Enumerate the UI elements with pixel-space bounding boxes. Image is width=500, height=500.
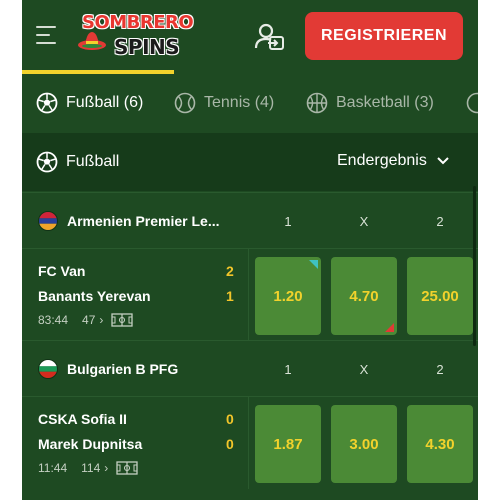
register-button[interactable]: REGISTRIEREN <box>305 12 463 60</box>
league-name: Armenien Premier Le... <box>38 211 220 231</box>
sport-ball-icon <box>466 92 478 114</box>
column-label-1: 1 <box>284 362 292 377</box>
odds-value: 25.00 <box>421 287 459 305</box>
league-name: Bulgarien B PFG <box>38 359 178 379</box>
section-title-label: Fußball <box>66 153 120 170</box>
logo[interactable]: SOMBRERO SPINS <box>78 10 194 60</box>
home-team: FC Van <box>38 263 86 279</box>
armenia-flag-icon <box>38 211 58 231</box>
logo-text-sombrero: SOMBRERO <box>82 12 194 33</box>
match-meta: 83:44 47 › <box>38 313 134 327</box>
odds-button-draw[interactable]: 4.70 <box>331 257 397 335</box>
odds-button-draw[interactable]: 3.00 <box>331 405 397 483</box>
league-name-label: Bulgarien B PFG <box>67 361 179 377</box>
markets-count[interactable]: 114 <box>81 461 100 475</box>
pitch-icon[interactable] <box>111 313 134 327</box>
odds-value: 1.20 <box>273 287 303 305</box>
odds-value: 4.30 <box>425 435 455 453</box>
markets-count[interactable]: 47 <box>82 313 95 327</box>
tab-more[interactable] <box>466 91 478 115</box>
section-title: Fußball <box>36 151 119 173</box>
column-label-2: 2 <box>436 214 444 229</box>
away-score: 1 <box>226 288 234 304</box>
section-header: Fußball Endergebnis <box>22 133 478 191</box>
chevron-right-icon[interactable]: › <box>99 313 103 327</box>
row-divider <box>248 249 249 341</box>
pitch-icon[interactable] <box>116 461 138 475</box>
league-header[interactable]: Bulgarien B PFG 1 X 2 <box>22 340 478 396</box>
logo-text-spins: SPINS <box>114 35 180 59</box>
basketball-icon <box>306 92 328 114</box>
tab-football[interactable]: Fußball (6) <box>36 91 143 115</box>
home-score: 2 <box>226 263 234 279</box>
odds-value: 1.87 <box>273 435 303 453</box>
home-score: 0 <box>226 411 234 427</box>
bulgaria-flag-icon <box>38 359 58 379</box>
market-select-label: Endergebnis <box>337 152 427 169</box>
odds-button-home[interactable]: 1.87 <box>255 405 321 483</box>
login-user-icon[interactable] <box>254 22 286 52</box>
tennis-ball-icon <box>174 92 196 114</box>
soccer-ball-icon <box>36 151 58 173</box>
tab-tennis[interactable]: Tennis (4) <box>174 91 274 115</box>
tab-football-label: Fußball (6) <box>66 94 144 111</box>
menu-icon[interactable] <box>36 26 56 44</box>
soccer-ball-icon <box>36 92 58 114</box>
tab-basketball[interactable]: Basketball (3) <box>306 91 434 115</box>
away-team: Banants Yerevan <box>38 288 151 304</box>
league-header[interactable]: Armenien Premier Le... 1 X 2 <box>22 192 478 248</box>
away-team: Marek Dupnitsa <box>38 436 143 452</box>
top-header: SOMBRERO SPINS REGISTRIEREN <box>22 0 478 74</box>
odds-button-away[interactable]: 25.00 <box>407 257 473 335</box>
scrollbar[interactable] <box>473 186 476 346</box>
odds-rising-icon <box>309 260 318 269</box>
home-team: CSKA Sofia II <box>38 411 127 427</box>
match-row[interactable]: FC Van 2 Banants Yerevan 1 83:44 47 › 1.… <box>22 248 478 341</box>
column-label-x: X <box>359 214 369 229</box>
odds-falling-icon <box>385 323 394 332</box>
column-label-x: X <box>359 362 369 377</box>
odds-value: 3.00 <box>349 435 379 453</box>
tab-basketball-label: Basketball (3) <box>336 94 434 111</box>
match-time: 83:44 <box>38 313 69 327</box>
app-frame: SOMBRERO SPINS REGISTRIEREN Fußball (6) <box>22 0 478 500</box>
match-row[interactable]: CSKA Sofia II 0 Marek Dupnitsa 0 11:44 1… <box>22 396 478 489</box>
odds-value: 4.70 <box>349 287 379 305</box>
market-select[interactable]: Endergebnis <box>337 152 449 170</box>
away-score: 0 <box>226 436 234 452</box>
row-divider <box>248 397 249 489</box>
odds-button-home[interactable]: 1.20 <box>255 257 321 335</box>
chevron-right-icon[interactable]: › <box>104 461 108 475</box>
match-meta: 11:44 114 › <box>38 461 138 475</box>
match-time: 11:44 <box>38 461 68 475</box>
sport-tabs: Fußball (6) Tennis (4) Basketball (3) <box>22 74 478 132</box>
odds-button-away[interactable]: 4.30 <box>407 405 473 483</box>
tab-tennis-label: Tennis (4) <box>204 94 275 111</box>
column-label-2: 2 <box>436 362 444 377</box>
column-label-1: 1 <box>284 214 292 229</box>
league-name-label: Armenien Premier Le... <box>67 213 220 229</box>
chevron-down-icon <box>437 157 449 165</box>
